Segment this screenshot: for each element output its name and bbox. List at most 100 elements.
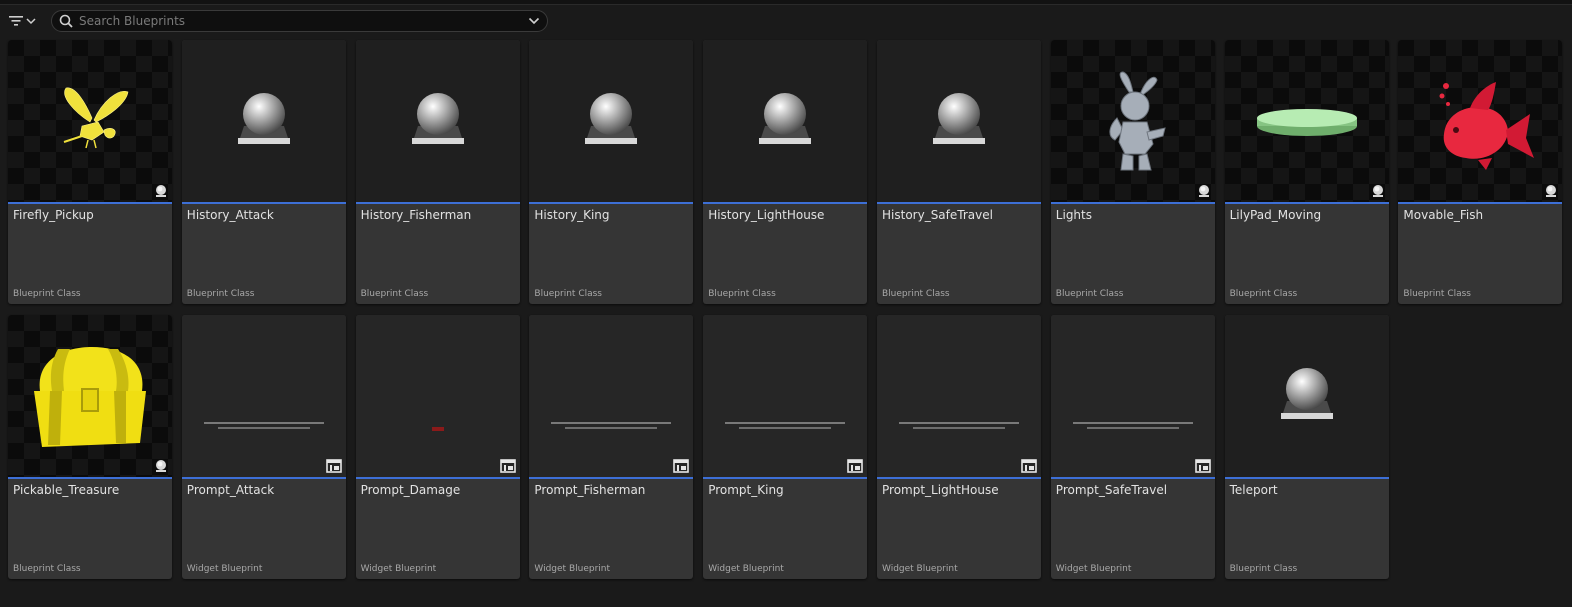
sphere-icon [411,93,464,144]
asset-tile[interactable]: Pickable_Treasure Blueprint Class [8,315,172,579]
asset-name: History_Attack [186,208,274,222]
asset-name: LilyPad_Moving [1229,208,1322,222]
asset-type-accent [8,477,172,479]
filter-button[interactable] [8,10,44,32]
treasure-chest-icon [34,347,146,447]
asset-type: Blueprint Class [708,289,776,299]
asset-thumbnail [1050,40,1215,202]
asset-type: Blueprint Class [882,289,950,299]
asset-name: Movable_Fish [1403,208,1484,222]
asset-tile[interactable]: History_LightHouse Blueprint Class [703,40,868,304]
widget-preview-text [899,422,1019,429]
asset-type: Blueprint Class [13,564,81,574]
asset-thumbnail [1050,315,1215,477]
asset-type-accent [703,202,868,204]
asset-tile[interactable]: LilyPad_Moving Blueprint Class [1224,40,1389,304]
asset-name: History_Fisherman [360,208,472,222]
asset-tile[interactable]: History_Attack Blueprint Class [181,40,346,304]
asset-type: Widget Blueprint [534,564,611,574]
asset-name: Prompt_Attack [186,483,275,497]
blueprint-class-badge-icon [1198,185,1209,197]
asset-type: Blueprint Class [534,289,602,299]
asset-thumbnail [1224,40,1389,202]
widget-icon [847,459,863,473]
sphere-icon [237,93,290,144]
widget-icon [325,459,342,473]
asset-name: Lights [1055,208,1092,222]
asset-name: Firefly_Pickup [13,208,94,222]
asset-tile[interactable]: History_SafeTravel Blueprint Class [877,40,1041,304]
asset-thumbnail [529,315,694,477]
asset-type-accent [529,477,694,479]
asset-type: Widget Blueprint [1055,564,1132,574]
sphere-icon [585,93,638,144]
asset-thumbnail [1224,315,1389,477]
asset-type: Blueprint Class [186,289,255,299]
asset-thumbnail [877,315,1041,477]
sphere-icon [1280,368,1333,419]
search-options-chevron-icon[interactable] [528,16,540,26]
asset-tile[interactable]: Prompt_Attack Widget Blueprint [181,315,346,579]
widget-icon [673,459,690,473]
search-input[interactable] [79,11,519,31]
asset-tile[interactable]: Lights Blueprint Class [1050,40,1215,304]
blueprint-class-badge-icon [1372,185,1383,197]
asset-type: Blueprint Class [1403,289,1471,299]
asset-type-accent [1050,202,1215,204]
asset-thumbnail [877,40,1041,202]
asset-name: Prompt_LightHouse [882,483,999,497]
asset-type-accent [877,202,1041,204]
fish-icon [1439,82,1535,170]
asset-name: Teleport [1229,483,1278,497]
asset-tile[interactable]: Prompt_LightHouse Widget Blueprint [877,315,1041,579]
asset-thumbnail [181,315,346,477]
asset-name: Prompt_SafeTravel [1055,483,1168,497]
asset-name: Prompt_Fisherman [534,483,646,497]
asset-tile[interactable]: Prompt_Damage Widget Blueprint [355,315,520,579]
asset-type: Widget Blueprint [360,564,437,574]
chevron-down-icon [26,18,36,25]
asset-type: Widget Blueprint [882,564,958,574]
asset-name: Prompt_King [708,483,784,497]
asset-tile[interactable]: Movable_Fish Blueprint Class [1398,40,1563,304]
asset-thumbnail [1398,40,1563,202]
search-icon [59,14,73,28]
asset-type: Widget Blueprint [186,564,263,574]
blueprint-class-badge-icon [156,185,166,197]
search-box [51,10,548,32]
asset-type: Blueprint Class [360,289,429,299]
asset-tile[interactable]: History_Fisherman Blueprint Class [355,40,520,304]
asset-tile[interactable]: Prompt_SafeTravel Widget Blueprint [1050,315,1215,579]
asset-tile[interactable]: Teleport Blueprint Class [1224,315,1389,579]
bunny-statue-icon [1109,71,1166,171]
asset-type-accent [8,202,172,204]
asset-thumbnail [355,40,520,202]
asset-type: Widget Blueprint [708,564,784,574]
widget-preview-text [1072,422,1193,429]
content-browser-toolbar [0,6,1572,36]
asset-tile[interactable]: Prompt_King Widget Blueprint [703,315,868,579]
asset-type: Blueprint Class [1229,564,1298,574]
asset-type-accent [1398,202,1563,204]
blueprint-class-badge-icon [1546,185,1557,197]
asset-thumbnail [529,40,694,202]
widget-preview-text [551,422,672,429]
widget-icon [1021,459,1037,473]
asset-type-accent [355,202,520,204]
asset-type-accent [1224,202,1389,204]
asset-name: History_SafeTravel [882,208,993,222]
asset-name: Pickable_Treasure [13,483,120,497]
asset-name: Prompt_Damage [360,483,461,497]
asset-tile[interactable]: Prompt_Fisherman Widget Blueprint [529,315,694,579]
widget-preview-bar [431,427,444,431]
blueprint-class-badge-icon [156,460,166,472]
asset-type-accent [355,477,520,479]
widget-preview-text [203,422,324,429]
asset-thumbnail [8,315,172,477]
asset-name: History_LightHouse [708,208,825,222]
asset-thumbnail [8,40,172,202]
asset-type: Blueprint Class [1229,289,1298,299]
asset-tile[interactable]: Firefly_Pickup Blueprint Class [8,40,172,304]
asset-tile[interactable]: History_King Blueprint Class [529,40,694,304]
firefly-icon [63,87,129,149]
